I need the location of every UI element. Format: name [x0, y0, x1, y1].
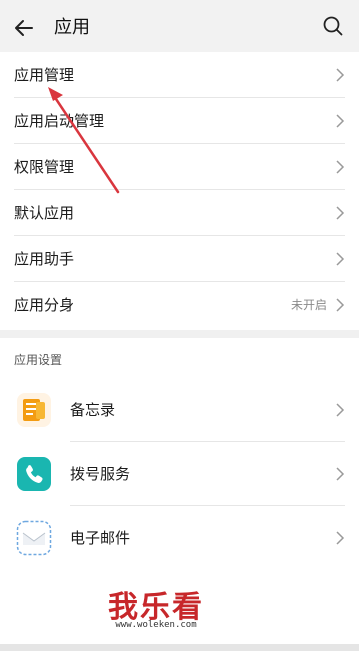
list-item-label: 应用管理 [14, 66, 75, 84]
list-item-label: 默认应用 [14, 204, 75, 222]
list-item-label: 应用助手 [14, 250, 75, 268]
back-arrow-icon[interactable] [12, 16, 36, 40]
chevron-right-icon [336, 403, 345, 417]
app-row-dialer[interactable]: 拨号服务 [0, 442, 359, 506]
bottom-edge [0, 644, 359, 651]
chevron-right-icon [336, 206, 345, 220]
app-row-email[interactable]: 电子邮件 [0, 506, 359, 570]
list-item-app-twin[interactable]: 应用分身 未开启 [0, 282, 359, 328]
chevron-right-icon [336, 160, 345, 174]
watermark-logo: 我乐看 www.woleken.com [94, 582, 254, 636]
list-item-app-assistant[interactable]: 应用助手 [0, 236, 359, 282]
phone-icon [16, 456, 52, 492]
app-name: 拨号服务 [70, 465, 131, 483]
chevron-right-icon [336, 531, 345, 545]
notepad-icon [16, 392, 52, 428]
app-row-notepad[interactable]: 备忘录 [0, 378, 359, 442]
page-title: 应用 [54, 17, 90, 38]
list-item-label: 权限管理 [14, 158, 75, 176]
chevron-right-icon [336, 467, 345, 481]
list-item-label: 应用分身 [14, 296, 75, 314]
list-item-label: 应用启动管理 [14, 112, 105, 130]
app-settings-list: 应用管理 应用启动管理 权限管理 默认应用 应用助手 应用分身 未开启 [0, 52, 359, 330]
email-icon [16, 520, 52, 556]
list-item-status: 未开启 [290, 298, 327, 312]
list-item-app-startup-management[interactable]: 应用启动管理 [0, 98, 359, 144]
chevron-right-icon [336, 114, 345, 128]
section-title: 应用设置 [14, 353, 63, 367]
app-name: 备忘录 [70, 401, 116, 419]
watermark-url: www.woleken.com [115, 620, 197, 630]
chevron-right-icon [336, 298, 345, 312]
search-icon[interactable] [321, 14, 345, 38]
list-item-permission-management[interactable]: 权限管理 [0, 144, 359, 190]
list-item-app-management[interactable]: 应用管理 [0, 52, 359, 98]
app-bar: 应用 [0, 0, 359, 55]
chevron-right-icon [336, 252, 345, 266]
list-item-default-apps[interactable]: 默认应用 [0, 190, 359, 236]
app-name: 电子邮件 [70, 529, 131, 547]
chevron-right-icon [336, 68, 345, 82]
